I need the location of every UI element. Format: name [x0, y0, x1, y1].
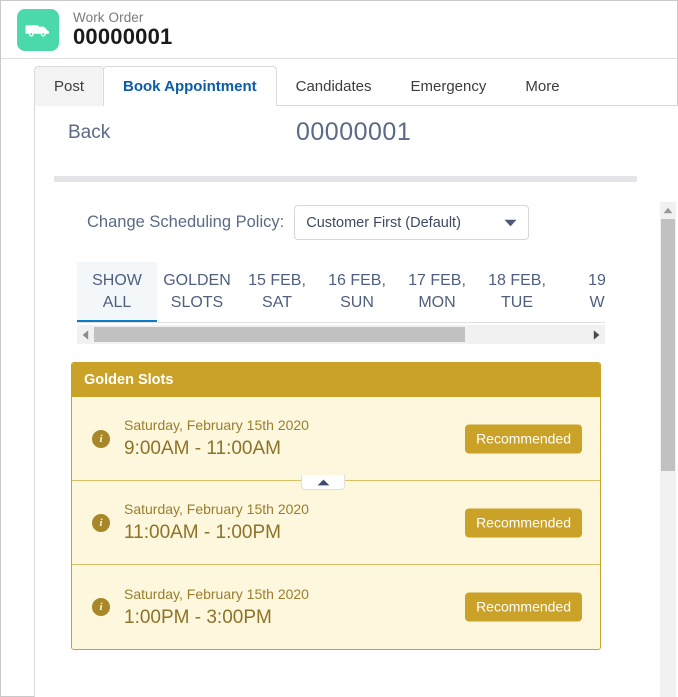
scroll-content: Change Scheduling Policy: Customer First… — [35, 182, 645, 650]
date-tab-19-feb[interactable]: 19 W — [557, 262, 605, 322]
tab-emergency-label: Emergency — [410, 78, 487, 95]
golden-slots-header: Golden Slots — [72, 363, 600, 397]
date-tab-golden-slots-line1: GOLDEN — [163, 272, 231, 289]
date-tab-17-feb-line2: MON — [418, 294, 456, 311]
slot-row[interactable]: i Saturday, February 15th 2020 9:00AM - … — [72, 397, 600, 481]
status-badge[interactable]: Recommended — [465, 508, 582, 537]
date-tab-show-all-line2: ALL — [102, 294, 132, 311]
tab-emergency[interactable]: Emergency — [391, 66, 507, 106]
scheduling-policy-value: Customer First (Default) — [306, 214, 461, 231]
scheduling-policy-select[interactable]: Customer First (Default) — [294, 205, 530, 240]
slot-row[interactable]: i Saturday, February 15th 2020 11:00AM -… — [72, 481, 600, 565]
slot-date: Saturday, February 15th 2020 — [124, 585, 309, 602]
chevron-up-icon[interactable] — [660, 202, 676, 218]
slot-text: Saturday, February 15th 2020 9:00AM - 11… — [124, 415, 309, 462]
info-icon[interactable]: i — [92, 429, 110, 448]
chevron-up-icon — [317, 473, 330, 491]
date-tab-show-all[interactable]: SHOW ALL — [77, 262, 157, 322]
main-vertical-scrollbar[interactable] — [660, 202, 676, 697]
tab-more[interactable]: More — [505, 66, 579, 106]
nav-row: Back 00000001 — [35, 106, 678, 168]
date-tab-16-feb-line2: SUN — [340, 294, 374, 311]
slot-text: Saturday, February 15th 2020 1:00PM - 3:… — [124, 584, 309, 631]
work-order-page: Work Order 00000001 Post Book Appointmen… — [0, 0, 678, 697]
hscroll-thumb[interactable] — [94, 327, 465, 342]
slot-text: Saturday, February 15th 2020 11:00AM - 1… — [124, 499, 309, 546]
object-label: Work Order — [73, 9, 144, 25]
date-tab-show-all-line1: SHOW — [92, 272, 142, 289]
date-tab-golden-slots-line2: SLOTS — [170, 294, 224, 311]
date-tab-17-feb-line1: 17 FEB, — [408, 272, 466, 289]
chevron-left-icon[interactable] — [77, 325, 94, 344]
hscroll-track[interactable] — [94, 325, 588, 344]
status-badge[interactable]: Recommended — [465, 592, 582, 622]
date-tabs: SHOW ALL GOLDEN SLOTS 15 FEB, SAT 16 FEB… — [77, 262, 605, 322]
date-tabs-clip: SHOW ALL GOLDEN SLOTS 15 FEB, SAT 16 FEB… — [77, 262, 605, 323]
record-header: Work Order 00000001 — [1, 1, 677, 59]
tab-more-label: More — [525, 78, 560, 95]
info-icon[interactable]: i — [92, 598, 110, 616]
tab-strip: Post Book Appointment Candidates Emergen… — [34, 59, 678, 107]
date-tab-18-feb[interactable]: 18 FEB, TUE — [477, 262, 557, 322]
date-tab-19-feb-line2: W — [589, 294, 605, 311]
date-tab-15-feb-line1: 15 FEB, — [248, 272, 306, 289]
back-button[interactable]: Back — [68, 122, 110, 144]
collapse-date-tabs-button[interactable] — [301, 475, 345, 490]
tab-post[interactable]: Post — [34, 66, 105, 106]
slot-time: 1:00PM - 3:00PM — [124, 606, 272, 628]
vscroll-thumb[interactable] — [661, 219, 675, 471]
info-icon[interactable]: i — [92, 513, 110, 532]
chevron-right-icon[interactable] — [588, 325, 605, 344]
tab-strip-wrapper: Post Book Appointment Candidates Emergen… — [1, 59, 678, 107]
slot-time: 9:00AM - 11:00AM — [124, 438, 282, 459]
golden-slots-panel: Golden Slots i Saturday, February 15th 2… — [71, 362, 601, 650]
scheduling-policy-row: Change Scheduling Policy: Customer First… — [35, 182, 645, 240]
slot-date: Saturday, February 15th 2020 — [124, 501, 309, 517]
record-header-text: Work Order 00000001 — [73, 9, 173, 50]
slot-time: 11:00AM - 1:00PM — [124, 522, 282, 543]
slot-date: Saturday, February 15th 2020 — [124, 417, 309, 433]
date-tab-16-feb-line1: 16 FEB, — [328, 272, 386, 289]
date-tabs-horizontal-scrollbar[interactable] — [77, 325, 605, 344]
date-tab-15-feb-line2: SAT — [262, 294, 292, 311]
tab-book-appointment-label: Book Appointment — [123, 78, 257, 95]
date-tab-19-feb-line1: 19 — [588, 272, 605, 289]
date-tabs-container: SHOW ALL GOLDEN SLOTS 15 FEB, SAT 16 FEB… — [77, 262, 605, 323]
tab-post-label: Post — [54, 78, 85, 95]
tab-candidates-label: Candidates — [295, 78, 372, 95]
appointment-body: Back 00000001 Change Scheduling Policy: … — [34, 106, 678, 697]
scroll-region: Change Scheduling Policy: Customer First… — [35, 182, 678, 697]
slot-row[interactable]: i Saturday, February 15th 2020 1:00PM - … — [72, 565, 600, 649]
chevron-down-icon — [504, 214, 517, 232]
date-tab-18-feb-line1: 18 FEB, — [488, 272, 546, 289]
tab-book-appointment[interactable]: Book Appointment — [103, 66, 277, 107]
truck-icon — [17, 8, 59, 51]
date-tab-18-feb-line2: TUE — [501, 294, 533, 311]
scheduling-policy-label: Change Scheduling Policy: — [87, 213, 285, 231]
record-number: 00000001 — [73, 24, 173, 50]
date-tab-17-feb[interactable]: 17 FEB, MON — [397, 262, 477, 322]
date-tab-16-feb[interactable]: 16 FEB, SUN — [317, 262, 397, 322]
date-tab-golden-slots[interactable]: GOLDEN SLOTS — [157, 262, 237, 322]
page-title: 00000001 — [296, 118, 412, 146]
status-badge[interactable]: Recommended — [465, 424, 582, 453]
tab-candidates[interactable]: Candidates — [276, 66, 392, 106]
date-tab-15-feb[interactable]: 15 FEB, SAT — [237, 262, 317, 322]
